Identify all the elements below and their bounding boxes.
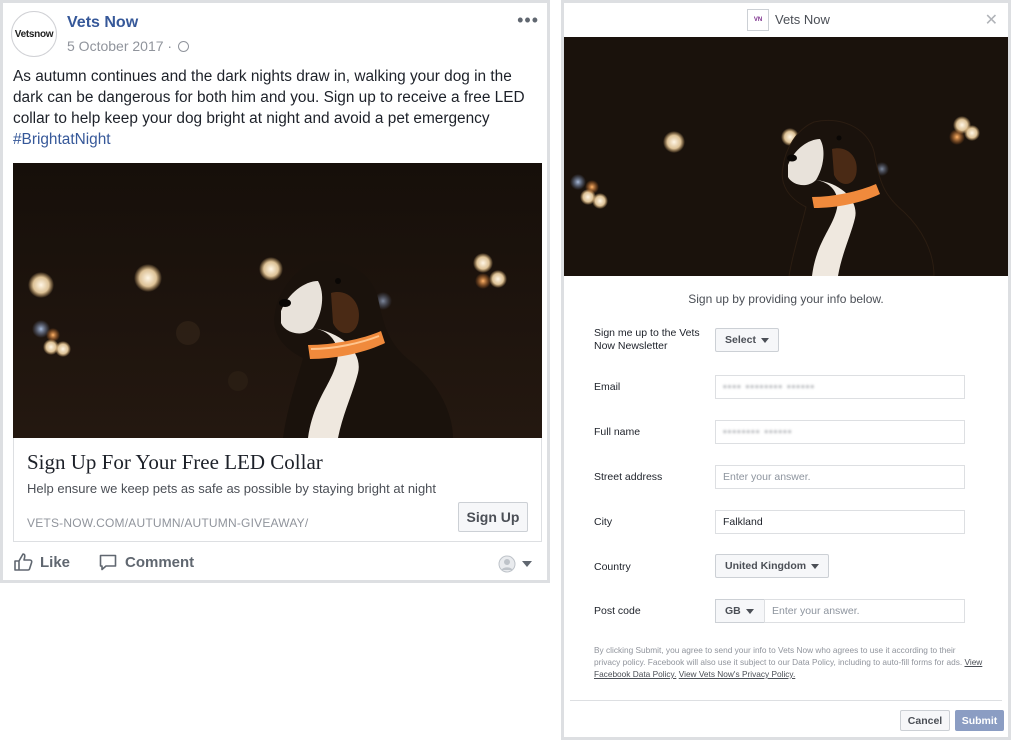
country-code-select[interactable]: GB — [715, 599, 765, 623]
globe-icon — [177, 41, 189, 52]
facebook-post: Vetsnow Vets Now 5 October 2017 · ••• As… — [0, 0, 550, 583]
dog-photo — [13, 163, 542, 438]
sign-up-button[interactable]: Sign Up — [458, 502, 528, 532]
full-name-value-redacted: •••••••• •••••• — [723, 426, 793, 438]
hashtag-link[interactable]: #BrightatNight — [13, 131, 111, 148]
newsletter-select-value: Select — [725, 334, 756, 346]
newsletter-select[interactable]: Select — [715, 328, 779, 352]
more-options-icon[interactable]: ••• — [517, 11, 539, 29]
page-avatar[interactable]: Vetsnow — [11, 11, 57, 57]
thumbs-up-icon — [14, 553, 33, 571]
chevron-down-icon — [760, 337, 769, 343]
page-identity-icon — [498, 555, 516, 573]
street-address-label: Street address — [594, 471, 663, 483]
post-date-text: 5 October 2017 · — [67, 38, 173, 54]
form-hero-image — [564, 37, 1008, 276]
city-label: City — [594, 516, 613, 528]
cancel-button[interactable]: Cancel — [900, 710, 950, 731]
link-description: Help ensure we keep pets as safe as poss… — [27, 481, 437, 496]
lead-form-dialog: VN Vets Now ✕ Sign up by providing your … — [561, 0, 1011, 740]
city-field[interactable] — [715, 510, 965, 534]
vetsnow-logo-icon: VN — [747, 9, 769, 31]
close-icon[interactable]: ✕ — [985, 10, 998, 30]
form-intro: Sign up by providing your info below. — [688, 292, 884, 306]
comment-label: Comment — [125, 553, 195, 571]
form-brand-name: Vets Now — [775, 12, 830, 27]
chevron-down-icon — [811, 563, 820, 569]
post-date[interactable]: 5 October 2017 · — [67, 38, 189, 54]
link-url: VETS-NOW.COM/AUTUMN/AUTUMN-GIVEAWAY/ — [27, 516, 309, 530]
link-title[interactable]: Sign Up For Your Free LED Collar — [27, 450, 323, 475]
footer-divider — [570, 700, 1002, 701]
comment-button[interactable]: Comment — [98, 552, 194, 572]
email-label: Email — [594, 381, 621, 393]
vetsnow-logo: Vetsnow — [14, 28, 54, 40]
full-name-field[interactable]: •••••••• •••••• — [715, 420, 965, 444]
email-field[interactable]: •••• •••••••• •••••• — [715, 375, 965, 399]
page-name-link[interactable]: Vets Now — [67, 14, 138, 32]
country-select-value: United Kingdom — [725, 560, 807, 572]
post-action-bar: Like Comment — [13, 548, 542, 578]
comment-bubble-icon — [99, 554, 117, 571]
email-value-redacted: •••• •••••••• •••••• — [723, 381, 816, 393]
chevron-down-icon — [745, 608, 754, 614]
privacy-disclaimer: By clicking Submit, you agree to send yo… — [594, 644, 984, 680]
country-select[interactable]: United Kingdom — [715, 554, 830, 578]
newsletter-label: Sign me up to the Vets Now Newsletter — [594, 327, 700, 352]
like-button[interactable]: Like — [13, 552, 70, 572]
street-address-field[interactable] — [715, 465, 965, 489]
vetsnow-privacy-policy-link[interactable]: View Vets Now's Privacy Policy. — [679, 669, 796, 679]
country-code-value: GB — [725, 605, 741, 617]
link-preview-card[interactable]: Sign Up For Your Free LED Collar Help en… — [13, 438, 542, 542]
disclaimer-text: By clicking Submit, you agree to send yo… — [594, 645, 963, 667]
chevron-down-icon — [522, 561, 532, 567]
post-as-selector[interactable] — [498, 555, 532, 573]
submit-button[interactable]: Submit — [955, 710, 1004, 731]
dog-led-collar-image[interactable] — [13, 163, 542, 438]
like-label: Like — [40, 553, 71, 571]
post-code-field[interactable] — [764, 599, 965, 623]
post-code-label: Post code — [594, 605, 641, 617]
post-body: As autumn continues and the dark nights … — [13, 68, 525, 127]
post-header: Vetsnow Vets Now 5 October 2017 · ••• — [11, 11, 539, 59]
post-text: As autumn continues and the dark nights … — [13, 66, 543, 150]
form-header: VN Vets Now ✕ — [564, 3, 1008, 37]
dog-photo-form — [564, 37, 1008, 276]
country-label: Country — [594, 561, 631, 573]
full-name-label: Full name — [594, 426, 641, 438]
